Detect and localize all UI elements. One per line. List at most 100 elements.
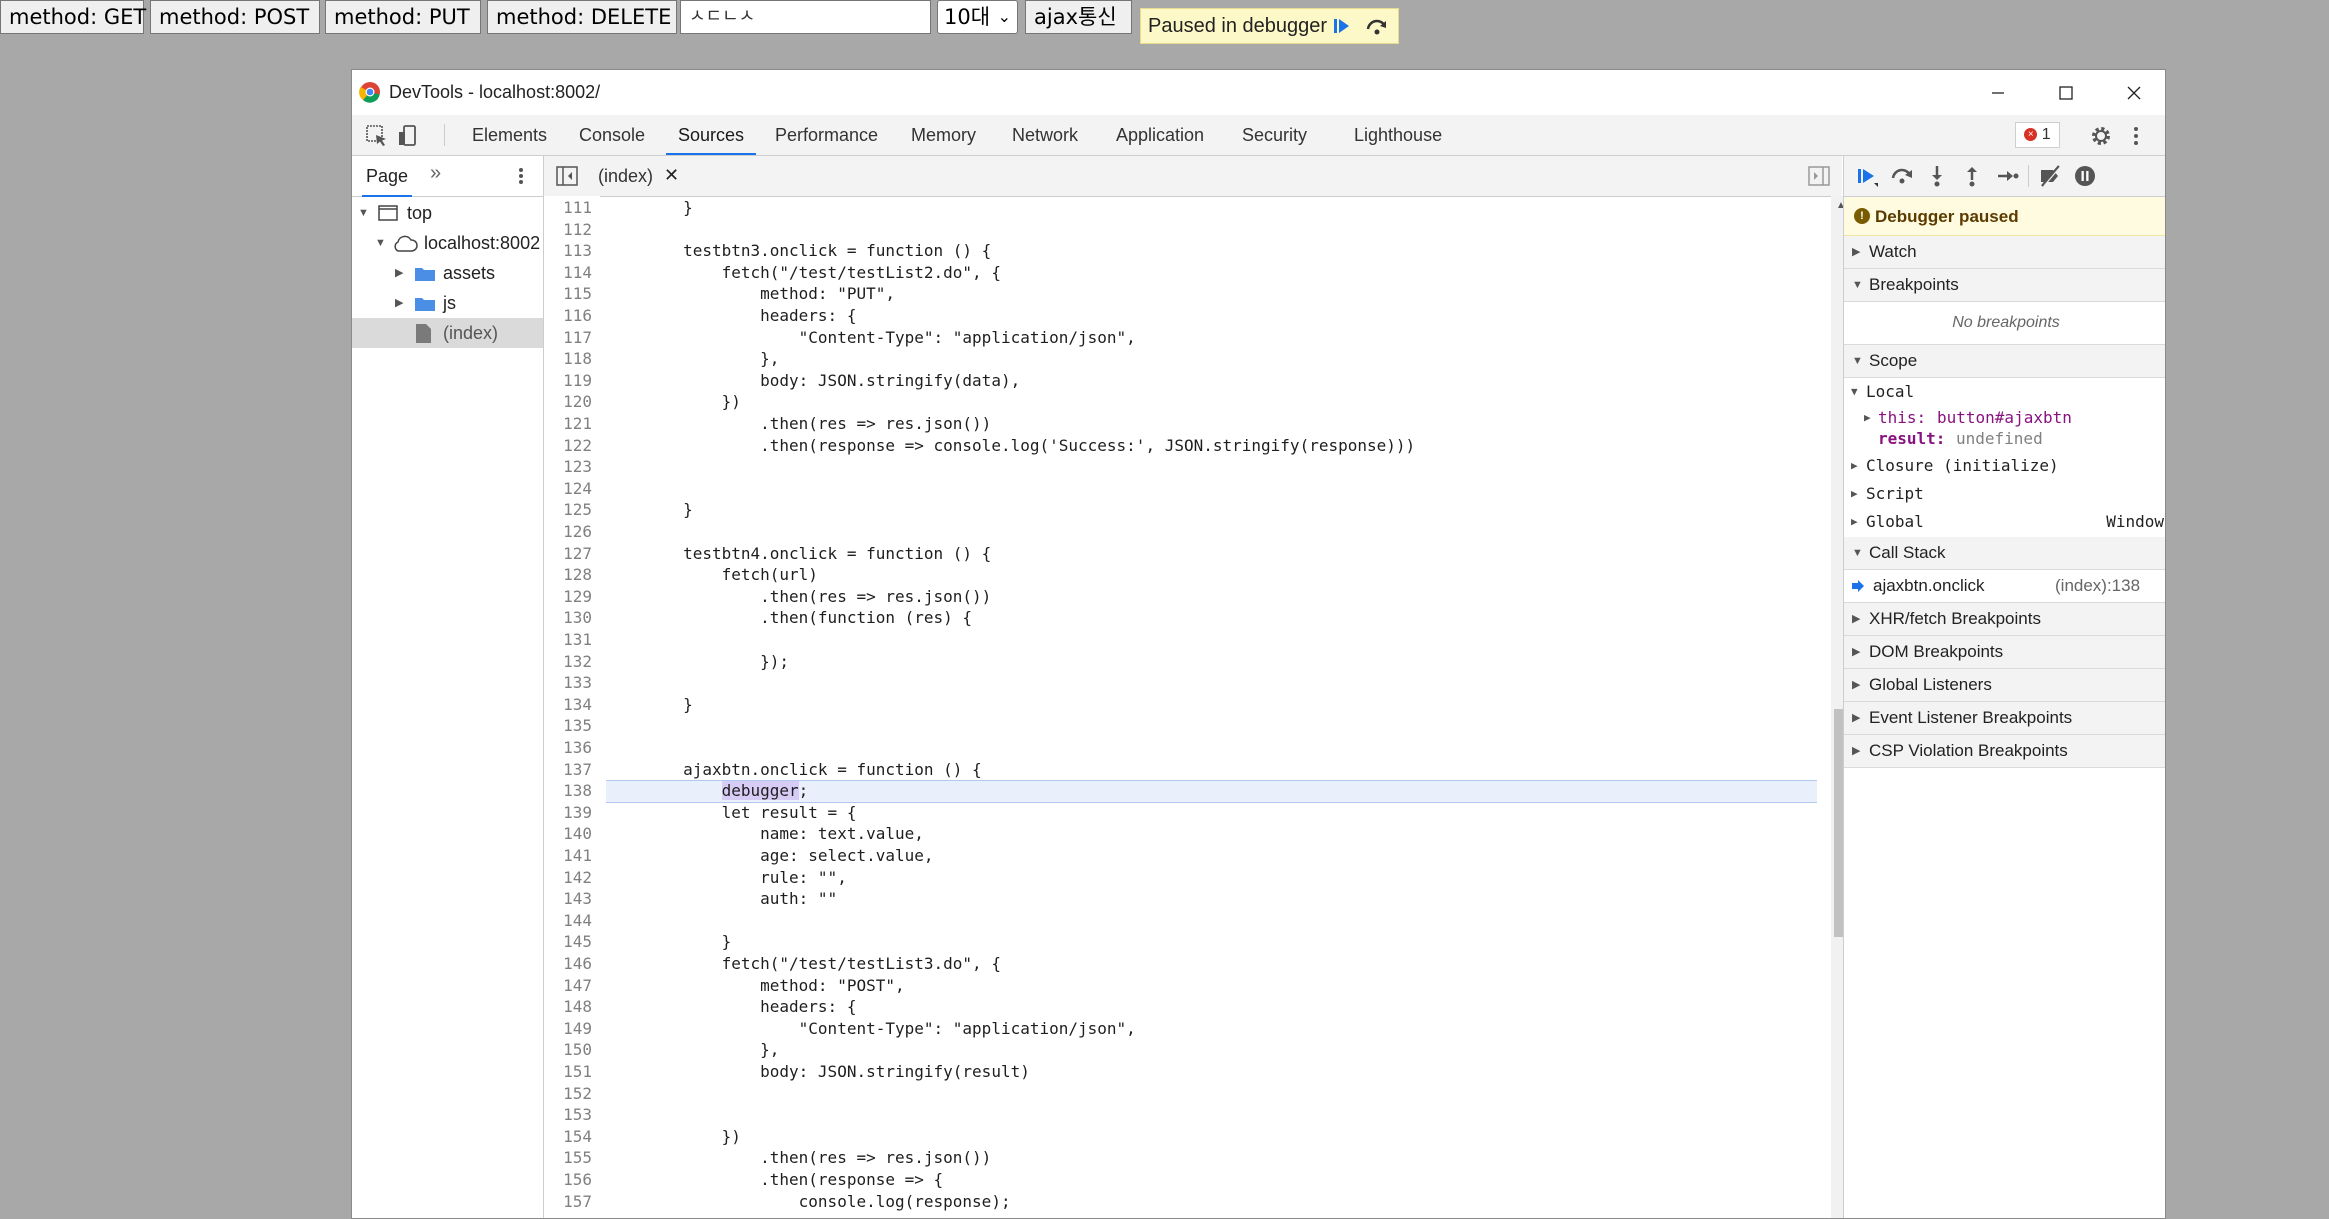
line-number[interactable]: 141	[544, 846, 592, 865]
call-frame[interactable]: ajaxbtn.onclick (index):138	[1844, 570, 2165, 603]
tab-sources[interactable]: Sources	[665, 115, 757, 155]
more-options-icon[interactable]	[2123, 123, 2149, 149]
close-tab-icon[interactable]: ✕	[664, 165, 679, 186]
line-number[interactable]: 138	[544, 781, 592, 800]
tab-application[interactable]: Application	[1116, 115, 1204, 155]
line-number[interactable]: 143	[544, 889, 592, 908]
xhr-breakpoints-section-header[interactable]: ▶ XHR/fetch Breakpoints	[1844, 603, 2165, 636]
call-stack-section-header[interactable]: ▼ Call Stack	[1844, 537, 2165, 570]
dom-breakpoints-section-header[interactable]: ▶ DOM Breakpoints	[1844, 636, 2165, 669]
deactivate-breakpoints-icon[interactable]	[2037, 163, 2063, 189]
line-number[interactable]: 121	[544, 414, 592, 433]
line-number[interactable]: 149	[544, 1019, 592, 1038]
scope-section-header[interactable]: ▼ Scope	[1844, 345, 2165, 378]
line-number[interactable]: 129	[544, 587, 592, 606]
line-number[interactable]: 114	[544, 263, 592, 282]
step-over-icon[interactable]	[1889, 163, 1915, 189]
tab-elements[interactable]: Elements	[472, 115, 547, 155]
method-delete-button[interactable]: method: DELETE	[487, 0, 677, 34]
resume-icon[interactable]	[1854, 163, 1880, 189]
line-number[interactable]: 157	[544, 1192, 592, 1211]
step-icon[interactable]	[1994, 163, 2020, 189]
method-get-button[interactable]: method: GET	[0, 0, 146, 34]
line-number[interactable]: 154	[544, 1127, 592, 1146]
line-number[interactable]: 113	[544, 241, 592, 260]
line-number[interactable]: 153	[544, 1105, 592, 1124]
toggle-navigator-icon[interactable]	[556, 166, 578, 186]
line-number[interactable]: 126	[544, 522, 592, 541]
name-text-input[interactable]: ㅅㄷㄴㅅ	[680, 0, 931, 34]
tree-item-assets[interactable]: ▶ assets	[352, 258, 543, 288]
line-number[interactable]: 152	[544, 1084, 592, 1103]
csp-violation-breakpoints-section-header[interactable]: ▶ CSP Violation Breakpoints	[1844, 735, 2165, 768]
tab-lighthouse[interactable]: Lighthouse	[1354, 115, 1442, 155]
line-number[interactable]: 146	[544, 954, 592, 973]
line-number[interactable]: 115	[544, 284, 592, 303]
line-number[interactable]: 155	[544, 1148, 592, 1167]
line-number[interactable]: 139	[544, 803, 592, 822]
inspect-element-icon[interactable]	[364, 123, 390, 149]
line-number[interactable]: 111	[544, 198, 592, 217]
close-window-icon[interactable]	[2120, 79, 2148, 107]
settings-gear-icon[interactable]	[2088, 123, 2114, 149]
toggle-debugger-icon[interactable]	[1808, 166, 1830, 186]
line-number[interactable]: 112	[544, 220, 592, 239]
line-number[interactable]: 140	[544, 824, 592, 843]
line-number[interactable]: 151	[544, 1062, 592, 1081]
line-number[interactable]: 116	[544, 306, 592, 325]
line-number[interactable]: 125	[544, 500, 592, 519]
line-number[interactable]: 156	[544, 1170, 592, 1189]
line-number[interactable]: 127	[544, 544, 592, 563]
line-number[interactable]: 137	[544, 760, 592, 779]
device-toolbar-icon[interactable]	[395, 123, 421, 149]
tree-item-index[interactable]: (index)	[352, 318, 543, 348]
age-select[interactable]: 10대 ⌄	[937, 0, 1018, 34]
resume-icon[interactable]	[1328, 14, 1356, 38]
line-number[interactable]: 144	[544, 911, 592, 930]
step-into-icon[interactable]	[1924, 163, 1950, 189]
line-number[interactable]: 150	[544, 1040, 592, 1059]
pause-on-exceptions-icon[interactable]	[2072, 163, 2098, 189]
line-number[interactable]: 134	[544, 695, 592, 714]
line-number[interactable]: 124	[544, 479, 592, 498]
line-number[interactable]: 135	[544, 716, 592, 735]
method-post-button[interactable]: method: POST	[150, 0, 320, 34]
line-number[interactable]: 145	[544, 932, 592, 951]
line-number[interactable]: 119	[544, 371, 592, 390]
tab-security[interactable]: Security	[1242, 115, 1307, 155]
tab-page[interactable]: Page	[361, 166, 413, 197]
breakpoints-section-header[interactable]: ▼ Breakpoints	[1844, 269, 2165, 302]
watch-section-header[interactable]: ▶ Watch	[1844, 236, 2165, 269]
line-number[interactable]: 128	[544, 565, 592, 584]
ajax-button[interactable]: ajax통신	[1025, 0, 1132, 34]
tree-item-localhost[interactable]: ▼ localhost:8002	[352, 228, 543, 258]
tab-memory[interactable]: Memory	[911, 115, 976, 155]
file-tab-index[interactable]: (index)	[598, 166, 653, 187]
step-over-icon[interactable]	[1363, 14, 1391, 38]
line-number[interactable]: 130	[544, 608, 592, 627]
line-number[interactable]: 133	[544, 673, 592, 692]
minimize-icon[interactable]	[1984, 79, 2012, 107]
tab-performance[interactable]: Performance	[775, 115, 878, 155]
navigator-menu-icon[interactable]	[512, 164, 530, 188]
line-number[interactable]: 123	[544, 457, 592, 476]
step-out-icon[interactable]	[1959, 163, 1985, 189]
line-number[interactable]: 118	[544, 349, 592, 368]
line-number[interactable]: 117	[544, 328, 592, 347]
tab-network[interactable]: Network	[1012, 115, 1078, 155]
line-number[interactable]: 122	[544, 436, 592, 455]
error-count-badge[interactable]: × 1	[2015, 122, 2060, 148]
tab-console[interactable]: Console	[579, 115, 645, 155]
tree-item-js[interactable]: ▶ js	[352, 288, 543, 318]
line-number[interactable]: 142	[544, 868, 592, 887]
line-number[interactable]: 131	[544, 630, 592, 649]
maximize-icon[interactable]	[2052, 79, 2080, 107]
line-number[interactable]: 120	[544, 392, 592, 411]
line-number[interactable]: 136	[544, 738, 592, 757]
event-listener-breakpoints-section-header[interactable]: ▶ Event Listener Breakpoints	[1844, 702, 2165, 735]
more-tabs-icon[interactable]: »	[430, 162, 441, 185]
line-number[interactable]: 147	[544, 976, 592, 995]
line-number[interactable]: 132	[544, 652, 592, 671]
line-number[interactable]: 148	[544, 997, 592, 1016]
global-listeners-section-header[interactable]: ▶ Global Listeners	[1844, 669, 2165, 702]
